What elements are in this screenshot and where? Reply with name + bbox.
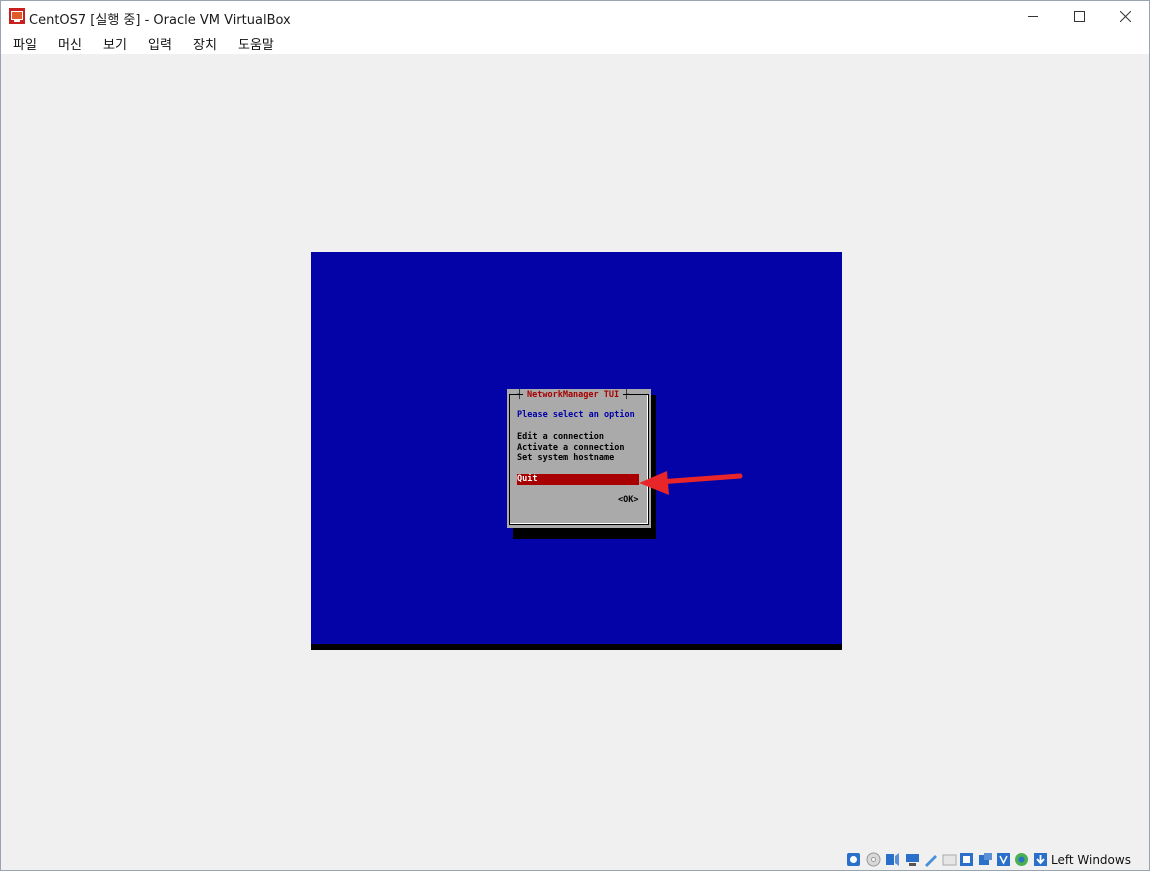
minimize-button[interactable] [1010,1,1056,32]
close-button[interactable] [1102,1,1148,32]
menu-help[interactable]: 도움말 [236,34,276,53]
virtualization-icon[interactable] [996,852,1011,867]
window-title: CentOS7 [실행 중] - Oracle VM VirtualBox [29,13,291,28]
shared-folders-icon[interactable] [942,852,957,867]
minimize-icon [1027,16,1038,17]
red-arrow-annotation [639,471,743,495]
ok-button[interactable]: <OK> [618,495,638,505]
menu-machine[interactable]: 머신 [56,34,84,53]
maximize-icon [1073,11,1085,22]
network-icon[interactable] [905,852,920,867]
option-quit-selected[interactable]: Quit [517,474,639,485]
maximize-button[interactable] [1056,1,1102,32]
usb-icon[interactable] [923,852,938,867]
dialog-title: NetworkManager TUI [517,390,629,401]
nmtui-dialog: NetworkManager TUI Please select an opti… [507,389,651,528]
menu-file[interactable]: 파일 [11,34,39,53]
title-bar: CentOS7 [실행 중] - Oracle VM VirtualBox [1,1,1149,32]
option-set-hostname[interactable]: Set system hostname [517,453,614,464]
status-bar: Left Windows [1,846,1149,870]
menu-bar: 파일 머신 보기 입력 장치 도움말 [1,32,1149,54]
option-edit-connection[interactable]: Edit a connection [517,432,604,443]
menu-devices[interactable]: 장치 [191,34,219,53]
optical-drive-icon[interactable] [866,852,881,867]
menu-input[interactable]: 입력 [146,34,174,53]
audio-icon[interactable] [885,852,900,867]
close-icon [1119,11,1131,22]
virtualbox-app-icon [9,8,25,24]
host-key-label: Left Windows [1051,853,1131,867]
keyboard-capture-icon[interactable] [1033,852,1048,867]
console-bottom-border [311,644,842,650]
hard-disk-icon[interactable] [846,852,861,867]
video-capture-icon[interactable] [978,852,993,867]
virtualbox-window: CentOS7 [실행 중] - Oracle VM VirtualBox 파일… [0,0,1150,871]
display-icon[interactable] [959,852,974,867]
menu-view[interactable]: 보기 [101,34,129,53]
dialog-prompt: Please select an option [517,410,635,420]
mouse-integration-icon[interactable] [1014,852,1029,867]
